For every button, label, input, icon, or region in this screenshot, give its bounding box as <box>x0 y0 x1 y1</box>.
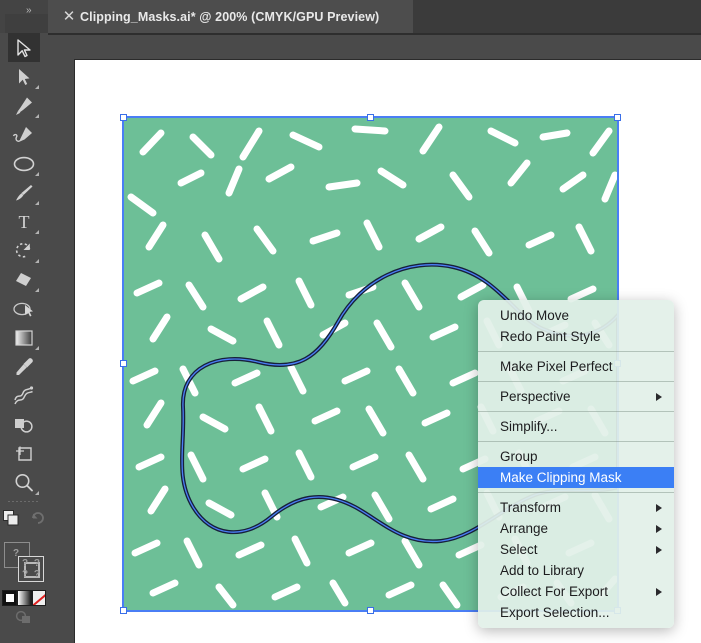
document-tab-title: Clipping_Masks.ai* @ 200% (CMYK/GPU Prev… <box>80 9 380 24</box>
submenu-arrow-icon <box>656 392 662 401</box>
menu-item-label: Perspective <box>500 389 571 404</box>
menu-separator <box>478 492 674 493</box>
submenu-arrow-icon <box>656 503 662 512</box>
type-tool[interactable]: T <box>8 207 40 236</box>
menu-item-label: Collect For Export <box>500 584 609 599</box>
menu-item-label: Export Selection... <box>500 605 610 620</box>
svg-text:T: T <box>19 212 30 232</box>
flyout-indicator-icon <box>35 85 39 89</box>
stroke-swatch[interactable]: ? ? ? ? <box>18 556 44 582</box>
stroke-unknown-label: ? <box>33 569 40 580</box>
menu-separator <box>478 351 674 352</box>
menu-item-label: Select <box>500 542 538 557</box>
submenu-arrow-icon <box>656 587 662 596</box>
menu-item-label: Simplify... <box>500 419 558 434</box>
shaper-tool[interactable] <box>8 294 40 323</box>
context-menu[interactable]: Undo Move Redo Paint Style Make Pixel Perf… <box>478 300 674 628</box>
menu-item-label: Undo Move <box>500 308 570 323</box>
eyedropper-tool[interactable] <box>8 352 40 381</box>
flyout-indicator-icon <box>35 201 39 205</box>
eraser-tool[interactable] <box>8 265 40 294</box>
menu-item-undo-move[interactable]: Undo Move <box>478 305 674 326</box>
pen-tool[interactable] <box>8 91 40 120</box>
menu-separator <box>478 411 674 412</box>
menu-item-simplify[interactable]: Simplify... <box>478 416 674 437</box>
paintbrush-tool[interactable] <box>8 178 40 207</box>
undo-arrow-icon[interactable] <box>29 509 47 532</box>
menu-item-label: Group <box>500 449 538 464</box>
menu-item-select[interactable]: Select <box>478 539 674 560</box>
menu-item-arrange[interactable]: Arrange <box>478 518 674 539</box>
zoom-tool[interactable] <box>8 468 40 497</box>
document-tab[interactable]: ✕ Clipping_Masks.ai* @ 200% (CMYK/GPU Pr… <box>48 0 413 33</box>
shape-builder-tool[interactable] <box>8 410 40 439</box>
close-icon[interactable]: ✕ <box>58 9 80 24</box>
color-button[interactable] <box>2 590 18 606</box>
menu-item-perspective[interactable]: Perspective <box>478 386 674 407</box>
menu-item-make-clipping-mask[interactable]: Make Clipping Mask <box>478 467 674 488</box>
menu-item-collect-for-export[interactable]: Collect For Export <box>478 581 674 602</box>
ellipse-tool[interactable] <box>8 149 40 178</box>
selection-tool[interactable] <box>8 33 40 62</box>
menu-item-label: Transform <box>500 500 562 515</box>
menu-item-label: Make Pixel Perfect <box>500 359 613 374</box>
menu-item-label: Arrange <box>500 521 549 536</box>
drawing-modes-icon[interactable] <box>13 608 35 631</box>
toolbar-divider <box>8 501 40 502</box>
menu-item-group[interactable]: Group <box>478 446 674 467</box>
flyout-indicator-icon <box>35 288 39 292</box>
direct-selection-tool[interactable] <box>8 62 40 91</box>
flyout-indicator-icon <box>35 346 39 350</box>
menu-item-export-selection[interactable]: Export Selection... <box>478 602 674 623</box>
rotate-tool[interactable] <box>8 236 40 265</box>
menu-item-add-to-library[interactable]: Add to Library <box>478 560 674 581</box>
submenu-arrow-icon <box>656 545 662 554</box>
none-button[interactable] <box>31 590 46 606</box>
menu-item-make-pixel-perfect[interactable]: Make Pixel Perfect <box>478 356 674 377</box>
gradient-tool[interactable] <box>8 323 40 352</box>
gradient-button[interactable] <box>17 590 32 606</box>
menu-item-label: Add to Library <box>500 563 585 578</box>
flyout-indicator-icon <box>35 172 39 176</box>
submenu-arrow-icon <box>656 524 662 533</box>
menu-separator <box>478 381 674 382</box>
artboard-tool[interactable] <box>8 439 40 468</box>
fill-stroke-proxy[interactable]: ? ? ? ? ? <box>2 540 46 586</box>
color-mode-buttons[interactable] <box>2 590 46 606</box>
flyout-indicator-icon <box>35 230 39 234</box>
flyout-indicator-icon <box>35 491 39 495</box>
menu-item-label: Make Clipping Mask <box>500 470 622 485</box>
flyout-indicator-icon <box>35 114 39 118</box>
menu-item-label: Redo Paint Style <box>500 329 601 344</box>
tools-panel: T ? ? ? ? ? <box>0 33 48 642</box>
menu-item-transform[interactable]: Transform <box>478 497 674 518</box>
menu-separator <box>478 441 674 442</box>
change-screen-mode-icon[interactable] <box>1 508 21 533</box>
flyout-indicator-icon <box>35 259 39 263</box>
curvature-tool[interactable] <box>8 120 40 149</box>
blend-tool[interactable] <box>8 381 40 410</box>
menu-item-redo-paint-style[interactable]: Redo Paint Style <box>478 326 674 347</box>
